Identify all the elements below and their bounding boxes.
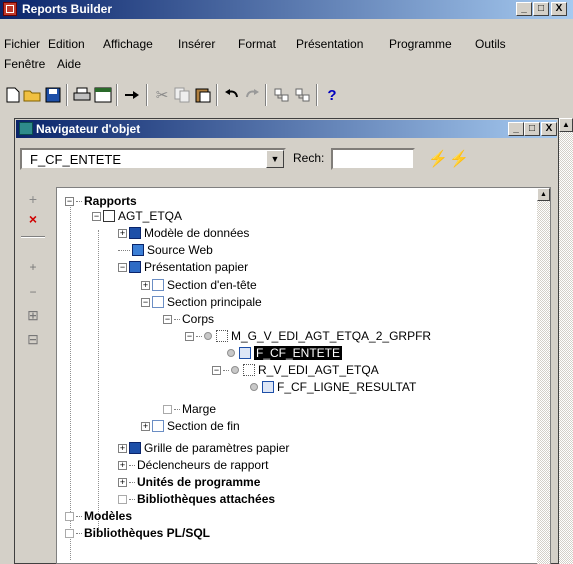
menu-fichier[interactable]: Fichier [4,37,40,51]
toolbar-separator [316,84,318,106]
menu-bar: Fichier Edition Affichage Insérer Format… [0,20,573,71]
scroll-up-icon[interactable]: ▲ [537,188,550,201]
parameter-form-icon [129,442,141,454]
run-icon[interactable] [122,84,142,106]
toolbar-separator [116,84,118,106]
navigator-icon [19,122,33,135]
maximize-button[interactable]: □ [533,2,549,16]
section-icon [152,279,164,291]
create-icon[interactable]: + [24,190,42,208]
close-button[interactable]: X [551,2,567,16]
undo-icon[interactable] [222,84,242,106]
tree-node-agt-etqa[interactable]: − AGT_ETQA [92,208,182,224]
tree-node-templates[interactable]: Modèles [65,508,132,524]
toolbar-separator [216,84,218,106]
menu-programme[interactable]: Programme [389,37,452,51]
menu-format[interactable]: Format [238,37,276,51]
tree-node-data-model[interactable]: + Modèle de données [118,225,249,241]
collapse-icon[interactable]: − [24,283,42,301]
field-icon [262,381,274,393]
report-icon [103,210,115,222]
tree-vertical-scrollbar[interactable]: ▲ [537,188,550,564]
object-tree: − Rapports − AGT_ETQA + Modèle de données S… [56,187,551,564]
main-vertical-scrollbar[interactable]: ▲ [559,118,573,564]
toolbar-separator [66,84,68,106]
menu-outils[interactable]: Outils [475,37,506,51]
print-preview-icon[interactable] [93,84,113,106]
paper-layout-icon [129,261,141,273]
object-combo-value: F_CF_ENTETE [30,152,122,167]
tree-node-f-cf-ligne-resultat[interactable]: F_CF_LIGNE_RESULTAT [250,379,416,395]
scroll-up-icon[interactable]: ▲ [559,118,573,132]
search-input[interactable] [331,148,415,170]
find-previous-icon[interactable]: ⚡ [428,149,448,169]
expand-icon[interactable]: + [24,258,42,276]
tool-separator [21,236,45,238]
tree-node-header-section[interactable]: + Section d'en-tête [141,277,257,293]
cut-icon[interactable]: ✂ [152,84,172,106]
section-icon [152,296,164,308]
menu-affichage[interactable]: Affichage [103,37,153,51]
data-model-icon [129,227,141,239]
tree-node-trailer-section[interactable]: + Section de fin [141,418,240,434]
paste-icon[interactable] [193,84,213,106]
tree-node-plsql-libraries[interactable]: Bibliothèques PL/SQL [65,525,210,541]
app-title: Reports Builder [22,2,113,16]
new-file-icon[interactable] [3,84,23,106]
find-next-icon[interactable]: ⚡ [449,149,469,169]
collapse-tree-icon[interactable] [293,84,313,106]
help-icon[interactable]: ? [322,84,342,106]
open-folder-icon[interactable] [22,84,42,106]
redo-icon[interactable] [242,84,262,106]
delete-icon[interactable]: × [24,210,42,228]
dot-icon [250,383,258,391]
tree-node-repeating-frame[interactable]: − R_V_EDI_AGT_ETQA [212,362,379,378]
menu-aide[interactable]: Aide [57,57,81,71]
search-label: Rech: [293,151,325,165]
tree-node-report-triggers[interactable]: + Déclencheurs de rapport [118,457,268,473]
toolbar-separator [265,84,267,106]
expand-all-icon[interactable]: ⊞ [24,306,42,324]
menu-fenetre[interactable]: Fenêtre [4,57,45,71]
tree-node-frame-group[interactable]: − M_G_V_EDI_AGT_ETQA_2_GRPFR [185,328,431,344]
save-icon[interactable] [43,84,63,106]
menu-presentation[interactable]: Présentation [296,37,363,51]
dot-icon [204,332,212,340]
minimize-button[interactable]: _ [516,2,532,16]
tree-node-body[interactable]: − Corps [163,311,214,327]
navigator-maximize-button[interactable]: □ [524,122,540,136]
navigator-title-bar: Navigateur d'objet _ □ X [16,120,557,138]
expand-tree-icon[interactable] [272,84,292,106]
dot-icon [231,366,239,374]
tree-node-paper-layout[interactable]: − Présentation papier [118,259,248,275]
tree-node-rapports[interactable]: − Rapports [65,193,137,209]
toolbar-separator [146,84,148,106]
navigator-title: Navigateur d'objet [36,122,141,136]
menu-edition[interactable]: Edition [48,37,85,51]
web-source-icon [132,244,144,256]
field-icon [239,347,251,359]
app-title-bar: Reports Builder _ □ X [0,0,573,19]
navigator-minimize-button[interactable]: _ [508,122,524,136]
frame-icon [216,330,228,342]
print-icon[interactable] [72,84,92,106]
tree-node-paper-parameter-form[interactable]: + Grille de paramètres papier [118,440,289,456]
section-icon [152,420,164,432]
tree-node-margin[interactable]: Marge [163,401,216,417]
tree-node-main-section[interactable]: − Section principale [141,294,262,310]
copy-icon[interactable] [172,84,192,106]
tree-node-f-cf-entete[interactable]: F_CF_ENTETE [227,345,343,361]
repeating-frame-icon [243,364,255,376]
tree-node-attached-libraries[interactable]: Bibliothèques attachées [118,491,275,507]
navigator-close-button[interactable]: X [541,122,557,136]
dot-icon [227,349,235,357]
object-combo[interactable]: F_CF_ENTETE ▼ [20,148,286,170]
collapse-all-icon[interactable]: ⊟ [24,330,42,348]
menu-inserer[interactable]: Insérer [178,37,215,51]
chevron-down-icon[interactable]: ▼ [266,150,284,168]
reports-app-icon [3,2,17,16]
tree-node-web-source[interactable]: Source Web [118,242,213,258]
tree-node-program-units[interactable]: + Unités de programme [118,474,260,490]
